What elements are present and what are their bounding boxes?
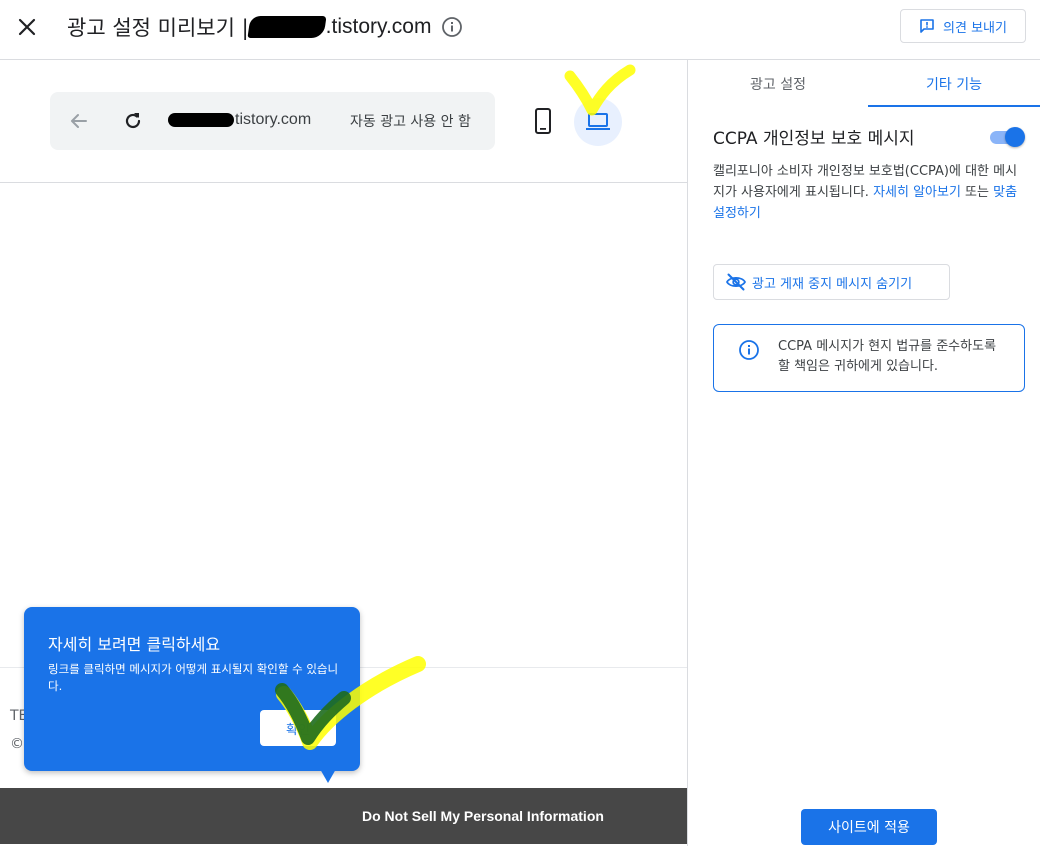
preview-url: tistory.com <box>168 111 311 129</box>
divider <box>0 182 687 183</box>
redaction-mark <box>168 113 234 127</box>
redaction-mark <box>247 16 327 38</box>
toggle-thumb <box>1005 127 1025 147</box>
ccpa-description: 캘리포니아 소비자 개인정보 보호법(CCPA)에 대한 메시지가 사용자에게 … <box>713 161 1025 224</box>
hide-opt-out-message-label: 광고 게재 중지 메시지 숨기기 <box>752 276 913 292</box>
mobile-device-icon[interactable] <box>531 108 555 134</box>
page-title-domain: .tistory.com <box>325 15 432 38</box>
tooltip-title: 자세히 보려면 클릭하세요 <box>48 635 221 654</box>
tooltip-ok-button[interactable]: 확인 <box>260 710 336 746</box>
tab-indicator <box>868 105 1040 107</box>
hide-opt-out-message-button[interactable]: 광고 게재 중지 메시지 숨기기 <box>713 264 950 300</box>
laptop-icon <box>586 113 610 130</box>
tooltip-body: 링크를 클릭하면 메시지가 어떻게 표시될지 확인할 수 있습니다. <box>48 662 339 693</box>
desktop-device-button[interactable] <box>574 98 622 146</box>
preview-url-bar: tistory.com 자동 광고 사용 안 함 <box>50 92 495 150</box>
tab-other-features[interactable]: 기타 기능 <box>868 60 1040 108</box>
page-title: 광고 설정 미리보기 | .tistory.com <box>67 12 463 42</box>
compliance-notice: CCPA 메시지가 현지 법규를 준수하도록 할 책임은 귀하에게 있습니다. <box>713 324 1025 392</box>
panel-tabs: 광고 설정 기타 기능 <box>688 60 1040 108</box>
close-icon <box>18 18 36 36</box>
footer-copyright: © <box>10 736 24 752</box>
ccpa-toggle[interactable] <box>988 127 1025 147</box>
ccpa-message-bar: Do Not Sell My Personal Information <box>0 788 687 844</box>
help-tooltip: 자세히 보려면 클릭하세요 링크를 클릭하면 메시지가 어떻게 표시될지 확인할… <box>24 607 360 783</box>
back-arrow-icon[interactable] <box>68 110 90 132</box>
tooltip-arrow <box>320 769 336 783</box>
send-feedback-label: 의견 보내기 <box>943 20 1007 36</box>
page-title-prefix: 광고 설정 미리보기 | <box>67 16 249 40</box>
top-bar: 광고 설정 미리보기 | .tistory.com 의견 보내기 <box>0 0 1040 60</box>
ccpa-section-title: CCPA 개인정보 보호 메시지 <box>713 129 915 149</box>
apply-to-site-button[interactable]: 사이트에 적용 <box>801 809 937 845</box>
compliance-notice-text: CCPA 메시지가 현지 법규를 준수하도록 할 책임은 귀하에게 있습니다. <box>778 339 997 374</box>
auto-ads-status: 자동 광고 사용 안 함 <box>350 114 471 130</box>
tab-ad-settings[interactable]: 광고 설정 <box>688 60 868 108</box>
ccpa-description-or: 또는 <box>960 185 994 200</box>
reload-icon[interactable] <box>122 110 144 132</box>
do-not-sell-link[interactable]: Do Not Sell My Personal Information <box>362 808 604 824</box>
visibility-off-icon <box>726 273 746 291</box>
learn-more-link[interactable]: 자세히 알아보기 <box>873 185 961 200</box>
info-icon[interactable] <box>441 16 463 38</box>
preview-url-text: tistory.com <box>235 111 312 128</box>
preview-pane: tistory.com 자동 광고 사용 안 함 TE © Do Not Sel… <box>0 60 687 846</box>
info-icon <box>739 340 759 360</box>
settings-panel: 광고 설정 기타 기능 CCPA 개인정보 보호 메시지 캘리포니아 소비자 개… <box>687 60 1040 846</box>
send-feedback-button[interactable]: 의견 보내기 <box>900 9 1026 43</box>
feedback-icon <box>920 19 934 33</box>
close-button[interactable] <box>12 12 42 42</box>
